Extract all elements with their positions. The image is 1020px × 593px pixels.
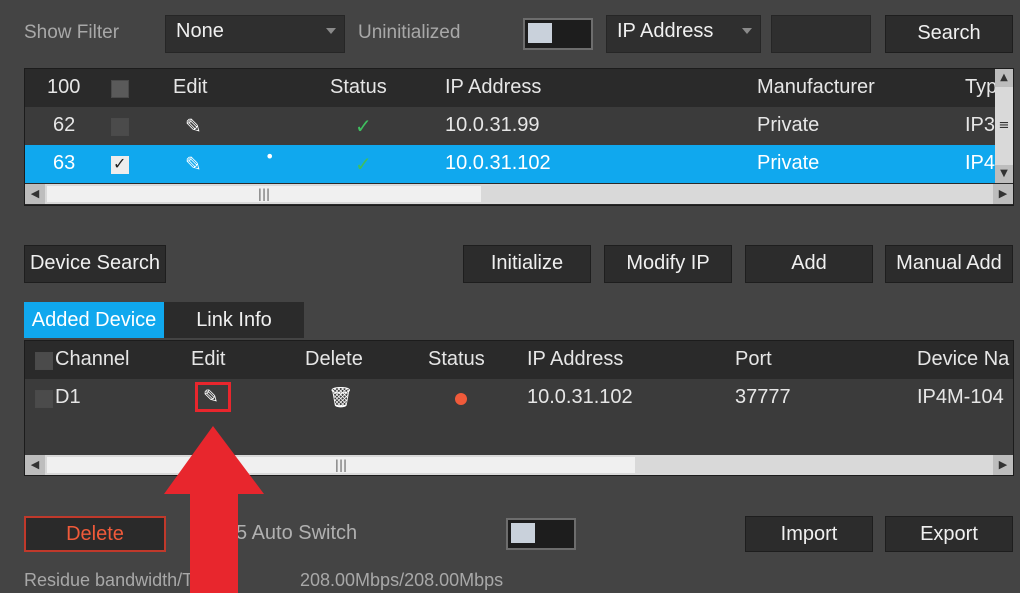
scroll-up-icon[interactable]: ▲ xyxy=(995,69,1013,87)
row-channel: D1 xyxy=(55,386,81,408)
row-index: 62 xyxy=(53,114,76,136)
scroll-thumb[interactable]: ||| xyxy=(47,186,481,202)
row-ip: 10.0.31.102 xyxy=(527,386,633,408)
export-button[interactable]: Export xyxy=(885,516,1013,552)
tab-added-device[interactable]: Added Device xyxy=(24,302,164,338)
row-checkbox[interactable] xyxy=(111,118,129,136)
toggle-knob xyxy=(511,523,535,543)
auto-switch-toggle[interactable] xyxy=(506,518,576,550)
table-row-selected[interactable]: 63 ✎ • ✓ 10.0.31.102 Private IP4 xyxy=(25,145,1013,183)
row-ip: 10.0.31.102 xyxy=(445,152,551,174)
check-icon: ✓ xyxy=(355,114,372,138)
channel-header: Channel xyxy=(55,348,130,370)
edit-header: Edit xyxy=(191,348,226,370)
tab-link-info[interactable]: Link Info xyxy=(164,302,304,338)
vertical-scrollbar[interactable]: ▲ ≡ ▼ xyxy=(995,69,1013,183)
red-arrow-icon xyxy=(164,426,264,593)
row-checkbox[interactable] xyxy=(111,154,129,174)
port-header: Port xyxy=(735,348,772,370)
scroll-right-icon[interactable]: ▶ xyxy=(993,455,1013,475)
show-filter-value: None xyxy=(176,20,224,42)
scroll-grip-icon[interactable]: ≡ xyxy=(995,117,1013,135)
delete-header: Delete xyxy=(305,348,363,370)
pencil-icon[interactable]: ✎ xyxy=(203,386,219,408)
row-device-name: IP4M-104 xyxy=(917,386,1004,408)
search-button[interactable]: Search xyxy=(885,15,1013,53)
scroll-left-icon[interactable]: ◀ xyxy=(25,184,45,204)
status-header: Status xyxy=(330,76,387,98)
device-search-table: 100 Edit Status IP Address Manufacturer … xyxy=(24,68,1014,206)
ip-header: IP Address xyxy=(445,76,542,98)
chevron-down-icon xyxy=(326,28,336,34)
row-type: IP4 xyxy=(965,152,996,174)
row-port: 37777 xyxy=(735,386,791,408)
ip-header: IP Address xyxy=(527,348,624,370)
dot-icon xyxy=(455,393,467,405)
row-type: IP3 xyxy=(965,114,996,136)
show-filter-dropdown[interactable]: None xyxy=(165,15,345,53)
pencil-icon[interactable]: ✎ xyxy=(185,152,202,176)
add-button[interactable]: Add xyxy=(745,245,873,283)
check-icon: ✓ xyxy=(355,152,372,176)
edit-header: Edit xyxy=(173,76,208,98)
table-header: Channel Edit Delete Status IP Address Po… xyxy=(25,341,1013,379)
bandwidth-value: 208.00Mbps/208.00Mbps xyxy=(300,570,504,590)
scroll-right-icon[interactable]: ▶ xyxy=(993,184,1013,204)
scroll-down-icon[interactable]: ▼ xyxy=(995,165,1013,183)
select-all-checkbox[interactable] xyxy=(35,352,53,370)
modify-ip-button[interactable]: Modify IP xyxy=(604,245,732,283)
import-button[interactable]: Import xyxy=(745,516,873,552)
row-manufacturer: Private xyxy=(757,152,820,174)
status-header: Status xyxy=(428,348,485,370)
count-header: 100 xyxy=(47,76,81,98)
trash-icon[interactable]: 🗑 xyxy=(328,385,353,409)
edit-button-highlight[interactable]: ✎ xyxy=(195,382,231,412)
row-ip: 10.0.31.99 xyxy=(445,114,540,136)
uninitialized-toggle[interactable] xyxy=(523,18,593,50)
scroll-thumb[interactable]: ||| xyxy=(47,457,635,473)
delete-button[interactable]: Delete xyxy=(24,516,166,552)
dot-icon: • xyxy=(265,147,275,166)
toggle-knob xyxy=(528,23,552,43)
manufacturer-header: Manufacturer xyxy=(757,76,875,98)
type-header: Typ xyxy=(965,76,998,98)
pencil-icon[interactable]: ✎ xyxy=(185,114,202,138)
table-row[interactable]: D1 ✎ 🗑 10.0.31.102 37777 IP4M-104 xyxy=(25,379,1013,417)
search-type-value: IP Address xyxy=(617,20,714,42)
table-header: 100 Edit Status IP Address Manufacturer … xyxy=(25,69,1013,107)
row-manufacturer: Private xyxy=(757,114,820,136)
row-index: 63 xyxy=(53,152,76,174)
row-checkbox[interactable] xyxy=(35,390,53,408)
device-search-button[interactable]: Device Search xyxy=(24,245,166,283)
chevron-down-icon xyxy=(742,28,752,34)
search-input[interactable] xyxy=(771,15,871,53)
scroll-left-icon[interactable]: ◀ xyxy=(25,455,45,475)
initialize-button[interactable]: Initialize xyxy=(463,245,591,283)
horizontal-scrollbar[interactable]: ◀ ||| ▶ xyxy=(25,184,1013,204)
show-filter-label: Show Filter xyxy=(24,22,120,43)
uninitialized-label: Uninitialized xyxy=(358,22,461,43)
select-all-checkbox[interactable] xyxy=(111,80,129,98)
search-type-dropdown[interactable]: IP Address xyxy=(606,15,761,53)
manual-add-button[interactable]: Manual Add xyxy=(885,245,1013,283)
table-row[interactable]: 62 ✎ ✓ 10.0.31.99 Private IP3 xyxy=(25,107,1013,145)
device-name-header: Device Na xyxy=(917,348,1010,370)
